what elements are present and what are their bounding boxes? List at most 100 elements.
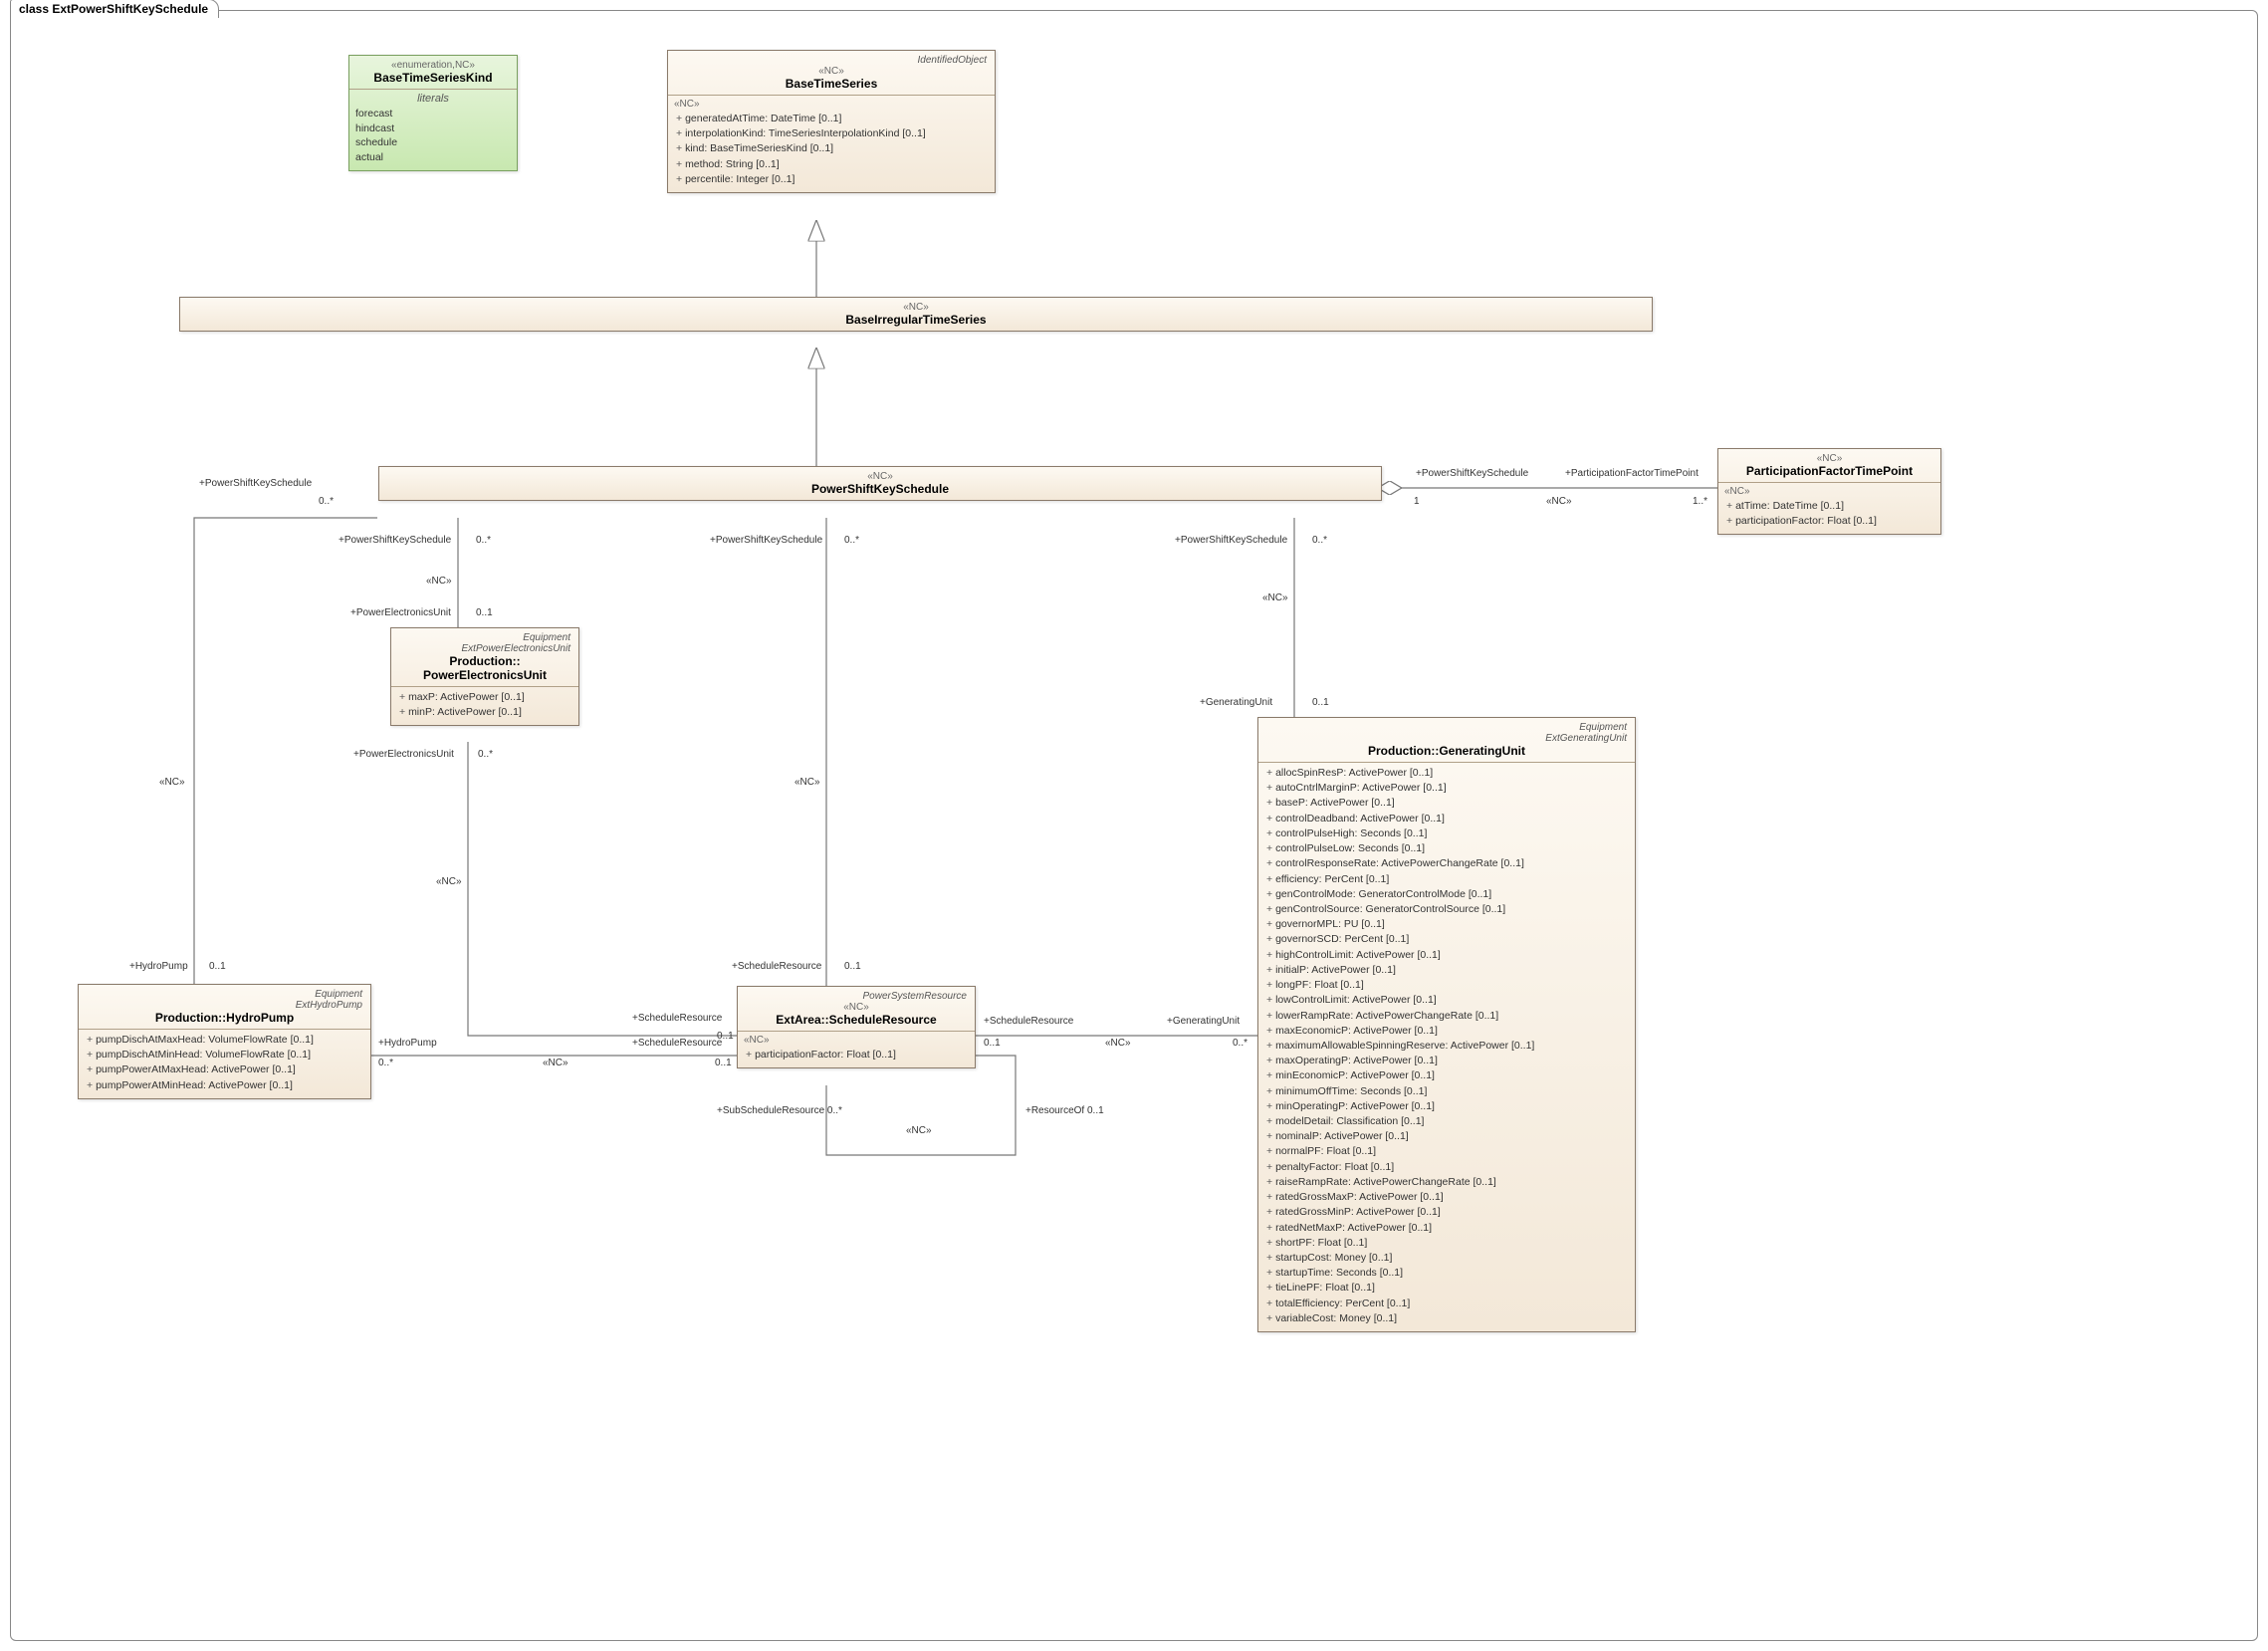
assoc-role: +PowerShiftKeySchedule bbox=[1416, 468, 1528, 479]
attribute: tieLinePF: Float [0..1] bbox=[1264, 1281, 1629, 1296]
stereo: «NC» bbox=[385, 471, 1375, 482]
assoc-role: +PowerElectronicsUnit bbox=[353, 749, 454, 760]
parent-class: ExtPowerElectronicsUnit bbox=[397, 643, 572, 654]
section-stereo: «NC» bbox=[744, 1035, 969, 1046]
section-stereo: «NC» bbox=[674, 99, 989, 110]
class-name: BaseTimeSeries bbox=[674, 77, 989, 91]
literal: forecast bbox=[355, 107, 511, 121]
attribute: highControlLimit: ActivePower [0..1] bbox=[1264, 948, 1629, 963]
attribute: totalEfficiency: PerCent [0..1] bbox=[1264, 1297, 1629, 1311]
assoc-role: +ScheduleResource bbox=[984, 1016, 1073, 1027]
assoc-role: +PowerShiftKeySchedule bbox=[710, 535, 822, 546]
multiplicity: 0..1 bbox=[984, 1038, 1001, 1049]
attribute: maxP: ActivePower [0..1] bbox=[397, 690, 572, 705]
class-name: Production::PowerElectronicsUnit bbox=[397, 654, 572, 682]
multiplicity: 0..* bbox=[476, 535, 491, 546]
assoc-role: +PowerElectronicsUnit bbox=[350, 607, 451, 618]
assoc-stereo: «NC» bbox=[426, 576, 452, 587]
attribute: longPF: Float [0..1] bbox=[1264, 978, 1629, 993]
assoc-role: +ResourceOf 0..1 bbox=[1025, 1105, 1104, 1116]
frame-title-text: ExtPowerShiftKeySchedule bbox=[52, 2, 208, 16]
assoc-role: +HydroPump bbox=[129, 961, 188, 972]
class-powerelectronicsunit: Equipment ExtPowerElectronicsUnit Produc… bbox=[390, 627, 579, 726]
attribute: modelDetail: Classification [0..1] bbox=[1264, 1114, 1629, 1129]
attribute: startupTime: Seconds [0..1] bbox=[1264, 1266, 1629, 1281]
attribute: pumpDischAtMinHead: VolumeFlowRate [0..1… bbox=[85, 1048, 364, 1062]
multiplicity: 0..1 bbox=[476, 607, 493, 618]
attribute: lowControlLimit: ActivePower [0..1] bbox=[1264, 993, 1629, 1008]
parent-class: ExtHydroPump bbox=[85, 1000, 364, 1011]
attribute: shortPF: Float [0..1] bbox=[1264, 1236, 1629, 1251]
multiplicity: 1..* bbox=[1693, 496, 1707, 507]
class-name: ParticipationFactorTimePoint bbox=[1724, 464, 1934, 478]
attribute: initialP: ActivePower [0..1] bbox=[1264, 963, 1629, 978]
multiplicity: 0..* bbox=[478, 749, 493, 760]
attribute: minimumOffTime: Seconds [0..1] bbox=[1264, 1084, 1629, 1099]
attribute: maximumAllowableSpinningReserve: ActiveP… bbox=[1264, 1039, 1629, 1054]
multiplicity: 0..1 bbox=[844, 961, 861, 972]
attribute: pumpPowerAtMaxHead: ActivePower [0..1] bbox=[85, 1062, 364, 1077]
multiplicity: 0..* bbox=[319, 496, 334, 507]
attribute: controlDeadband: ActivePower [0..1] bbox=[1264, 812, 1629, 826]
assoc-role: +ParticipationFactorTimePoint bbox=[1565, 468, 1699, 479]
attribute: autoCntrlMarginP: ActivePower [0..1] bbox=[1264, 781, 1629, 796]
class-basetimeserieskind: «enumeration,NC» BaseTimeSeriesKind lite… bbox=[348, 55, 518, 171]
stereo: «enumeration,NC» bbox=[355, 60, 511, 71]
class-basetimeseries: IdentifiedObject «NC» BaseTimeSeries «NC… bbox=[667, 50, 996, 193]
attribute: efficiency: PerCent [0..1] bbox=[1264, 872, 1629, 887]
attribute: ratedGrossMaxP: ActivePower [0..1] bbox=[1264, 1190, 1629, 1205]
attribute: lowerRampRate: ActivePowerChangeRate [0.… bbox=[1264, 1009, 1629, 1024]
attribute: raiseRampRate: ActivePowerChangeRate [0.… bbox=[1264, 1175, 1629, 1190]
attribute: governorSCD: PerCent [0..1] bbox=[1264, 932, 1629, 947]
attribute: pumpPowerAtMinHead: ActivePower [0..1] bbox=[85, 1078, 364, 1093]
attribute: baseP: ActivePower [0..1] bbox=[1264, 796, 1629, 811]
attribute: participationFactor: Float [0..1] bbox=[744, 1048, 969, 1062]
attribute: minP: ActivePower [0..1] bbox=[397, 705, 572, 720]
attribute: maxEconomicP: ActivePower [0..1] bbox=[1264, 1024, 1629, 1039]
class-name: PowerShiftKeySchedule bbox=[385, 482, 1375, 496]
assoc-role: +HydroPump bbox=[378, 1038, 437, 1049]
class-name: ExtArea::ScheduleResource bbox=[744, 1013, 969, 1027]
parent-class: Equipment bbox=[397, 632, 572, 643]
diagram-frame: class ExtPowerShiftKeySchedule bbox=[10, 10, 2258, 1641]
stereo: «NC» bbox=[674, 66, 989, 77]
class-baseirregulartimeseries: «NC» BaseIrregularTimeSeries bbox=[179, 297, 1653, 332]
attribute: controlPulseLow: Seconds [0..1] bbox=[1264, 841, 1629, 856]
assoc-stereo: «NC» bbox=[543, 1058, 568, 1068]
assoc-stereo: «NC» bbox=[1105, 1038, 1131, 1049]
stereo: «NC» bbox=[186, 302, 1646, 313]
attribute: ratedGrossMinP: ActivePower [0..1] bbox=[1264, 1205, 1629, 1220]
attribute: variableCost: Money [0..1] bbox=[1264, 1311, 1629, 1326]
attribute: controlPulseHigh: Seconds [0..1] bbox=[1264, 826, 1629, 841]
multiplicity: 0..1 bbox=[209, 961, 226, 972]
attribute: nominalP: ActivePower [0..1] bbox=[1264, 1129, 1629, 1144]
assoc-role: +ScheduleResource bbox=[632, 1013, 722, 1024]
attribute: genControlMode: GeneratorControlMode [0.… bbox=[1264, 887, 1629, 902]
literal: schedule bbox=[355, 135, 511, 150]
assoc-role: +SubScheduleResource 0..* bbox=[717, 1105, 842, 1116]
attribute: percentile: Integer [0..1] bbox=[674, 172, 989, 187]
class-hydropump: Equipment ExtHydroPump Production::Hydro… bbox=[78, 984, 371, 1099]
class-powershiftkeyschedule: «NC» PowerShiftKeySchedule bbox=[378, 466, 1382, 501]
attribute: pumpDischAtMaxHead: VolumeFlowRate [0..1… bbox=[85, 1033, 364, 1048]
class-scheduleresource: PowerSystemResource «NC» ExtArea::Schedu… bbox=[737, 986, 976, 1068]
multiplicity: 0..1 bbox=[1312, 697, 1329, 708]
assoc-stereo: «NC» bbox=[436, 876, 462, 887]
attribute: interpolationKind: TimeSeriesInterpolati… bbox=[674, 126, 989, 141]
assoc-role: +ScheduleResource bbox=[632, 1038, 722, 1049]
attribute: penaltyFactor: Float [0..1] bbox=[1264, 1160, 1629, 1175]
class-name: Production::GeneratingUnit bbox=[1264, 744, 1629, 758]
assoc-stereo: «NC» bbox=[906, 1125, 932, 1136]
multiplicity: 0..* bbox=[1312, 535, 1327, 546]
assoc-role: +PowerShiftKeySchedule bbox=[1175, 535, 1287, 546]
attribute: maxOperatingP: ActivePower [0..1] bbox=[1264, 1054, 1629, 1068]
diagram-title: class ExtPowerShiftKeySchedule bbox=[10, 0, 219, 18]
literal: hindcast bbox=[355, 121, 511, 136]
attribute: method: String [0..1] bbox=[674, 157, 989, 172]
assoc-role: +PowerShiftKeySchedule bbox=[339, 535, 451, 546]
attribute: kind: BaseTimeSeriesKind [0..1] bbox=[674, 141, 989, 156]
attribute: allocSpinResP: ActivePower [0..1] bbox=[1264, 766, 1629, 781]
assoc-stereo: «NC» bbox=[794, 777, 820, 788]
assoc-stereo: «NC» bbox=[159, 777, 185, 788]
class-name: BaseTimeSeriesKind bbox=[355, 71, 511, 85]
